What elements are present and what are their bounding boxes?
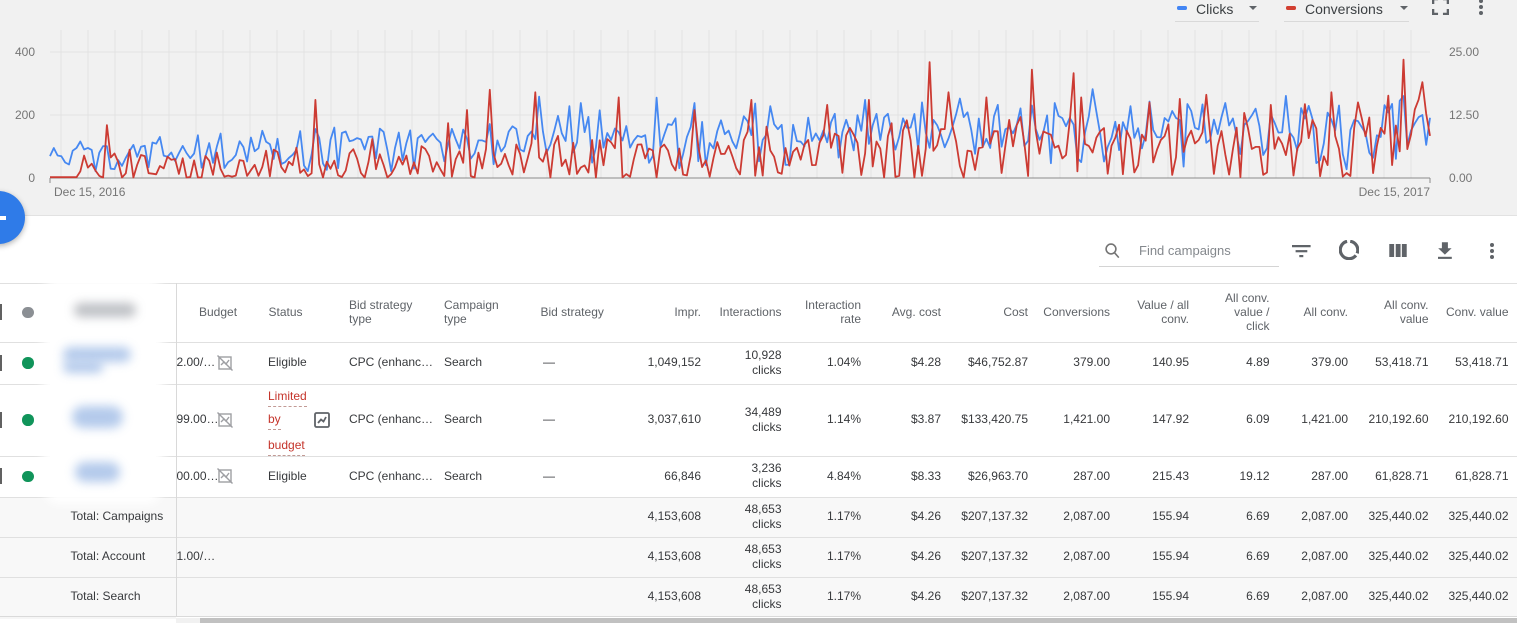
svg-text:25.00: 25.00 xyxy=(1449,45,1479,59)
svg-text:0.00: 0.00 xyxy=(1449,171,1473,185)
svg-text:0: 0 xyxy=(28,171,35,185)
svg-text:Dec 15, 2017: Dec 15, 2017 xyxy=(1359,185,1431,199)
svg-text:200: 200 xyxy=(15,108,35,122)
svg-text:12.50: 12.50 xyxy=(1449,108,1479,122)
svg-text:400: 400 xyxy=(15,45,35,59)
svg-text:Dec 15, 2016: Dec 15, 2016 xyxy=(54,185,126,199)
